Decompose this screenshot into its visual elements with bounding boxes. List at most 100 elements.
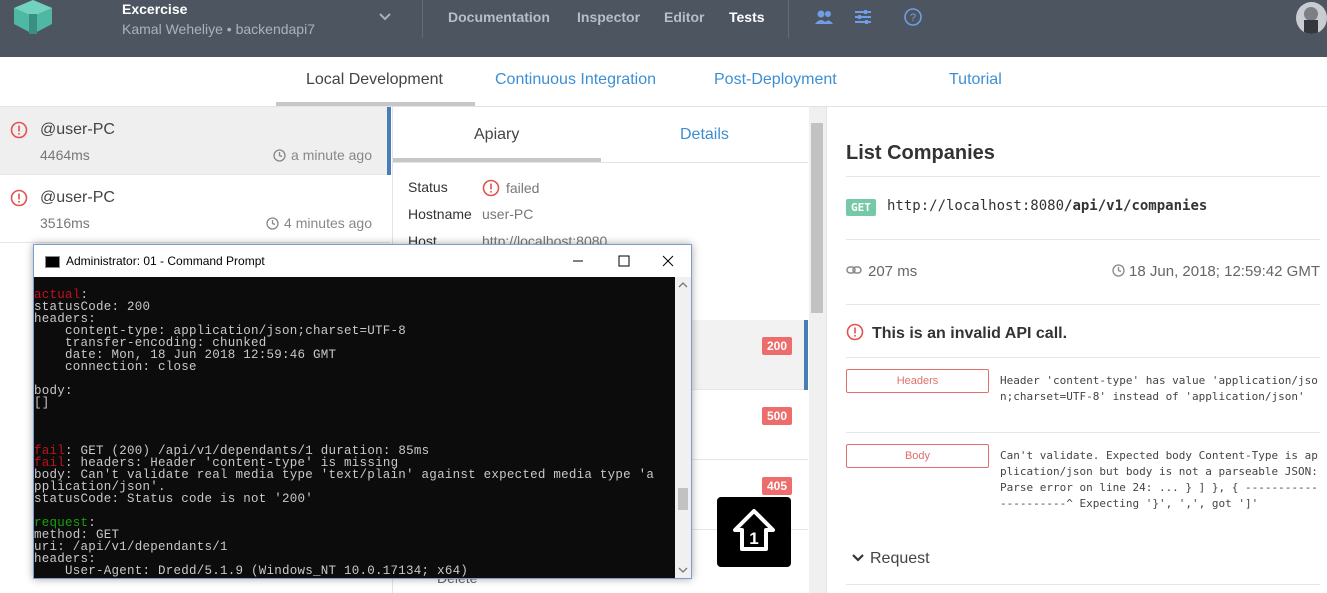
request-section-toggle[interactable]: Request xyxy=(852,550,930,568)
timestamp-text: 18 Jun, 2018; 12:59:42 GMT xyxy=(1129,263,1320,280)
error-icon xyxy=(846,323,864,341)
console-output[interactable]: actual: statusCode: 200 headers: content-t… xyxy=(34,277,675,578)
tab-post-deployment[interactable]: Post-Deployment xyxy=(714,71,837,89)
console-line: [] xyxy=(34,397,654,410)
status-code-badge: 405 xyxy=(761,477,792,495)
url-path: /api/v1/companies xyxy=(1064,198,1208,214)
scroll-down-icon[interactable] xyxy=(675,562,691,578)
tab-continuous-integration[interactable]: Continuous Integration xyxy=(495,71,656,89)
user-avatar[interactable] xyxy=(1296,2,1327,34)
upload-icon: 1 xyxy=(733,509,775,551)
invalid-call-notice: This is an invalid API call. xyxy=(846,323,1067,343)
nav-documentation[interactable]: Documentation xyxy=(448,9,550,25)
duration-text: 207 ms xyxy=(868,263,918,280)
headers-error-button[interactable]: Headers xyxy=(846,369,989,393)
headers-error-message: Header 'content-type' has value 'applica… xyxy=(1000,374,1318,403)
team-icon[interactable] xyxy=(814,8,834,26)
console-line-text: User-Agent: Dredd/5.1.9 (Windows_NT 10.0… xyxy=(34,564,469,578)
console-icon xyxy=(45,256,60,268)
console-line xyxy=(34,373,654,385)
run-ago-text: 4 minutes ago xyxy=(284,215,372,231)
subtabs-divider xyxy=(393,162,808,163)
divider xyxy=(846,304,1320,305)
command-prompt-window[interactable]: Administrator: 01 - Command Prompt actua… xyxy=(33,244,692,579)
console-line: connection: close xyxy=(34,361,654,374)
console-line xyxy=(34,421,654,433)
nav-divider xyxy=(422,0,423,38)
body-error-message: Can't validate. Expected body Content-Ty… xyxy=(1000,449,1318,510)
url-base: http://localhost:8080 xyxy=(887,198,1065,214)
upload-overlay-button[interactable]: 1 xyxy=(717,497,791,567)
nav-divider xyxy=(788,0,789,38)
console-line: User-Agent: Dredd/5.1.9 (Windows_NT 10.0… xyxy=(34,564,654,578)
console-line: body: xyxy=(34,385,654,398)
run-duration: 3516ms xyxy=(40,215,90,231)
nav-inspector[interactable]: Inspector xyxy=(577,9,640,25)
help-icon[interactable]: ? xyxy=(903,8,923,26)
status-value: failed xyxy=(482,179,539,197)
project-title: Excercise xyxy=(122,1,188,17)
status-code-badge: 500 xyxy=(761,407,792,425)
apiary-logo[interactable] xyxy=(14,0,52,34)
invalid-text: This is an invalid API call. xyxy=(872,325,1068,342)
chevron-down-icon[interactable] xyxy=(376,8,394,26)
divider xyxy=(846,357,1320,358)
divider xyxy=(846,239,1320,240)
test-run-item[interactable]: @user-PC 3516ms 4 minutes ago xyxy=(0,175,390,243)
scrollbar-thumb[interactable] xyxy=(678,488,688,510)
tab-local-development[interactable]: Local Development xyxy=(306,71,443,89)
minimize-icon[interactable] xyxy=(555,245,601,277)
svg-text:?: ? xyxy=(910,12,916,24)
console-line: request: xyxy=(34,517,654,530)
top-navigation-bar: Excercise Kamal Weheliye • backendapi7 D… xyxy=(0,0,1327,57)
request-label: Request xyxy=(870,550,930,567)
console-line xyxy=(34,409,654,421)
selected-transaction-indicator xyxy=(804,320,808,390)
response-timestamp: 18 Jun, 2018; 12:59:42 GMT xyxy=(1112,263,1320,280)
scroll-up-icon[interactable] xyxy=(675,277,691,293)
maximize-icon[interactable] xyxy=(601,245,647,277)
console-line: statusCode: Status code is not '200' xyxy=(34,492,654,506)
link-icon xyxy=(846,266,862,274)
clock-icon xyxy=(266,217,279,230)
tab-apiary[interactable]: Apiary xyxy=(474,126,519,144)
status-text: failed xyxy=(506,180,540,196)
body-error-button[interactable]: Body xyxy=(846,444,989,468)
status-code-badge: 200 xyxy=(761,337,792,355)
status-label: Status xyxy=(408,179,448,195)
error-icon xyxy=(482,179,500,197)
nav-tests[interactable]: Tests xyxy=(729,9,765,25)
action-title: List Companies xyxy=(846,142,995,164)
chevron-down-icon xyxy=(852,554,864,562)
tab-tutorial[interactable]: Tutorial xyxy=(949,71,1002,89)
run-time: a minute ago xyxy=(273,147,372,163)
hostname-label: Hostname xyxy=(408,206,472,222)
close-icon[interactable] xyxy=(645,245,691,277)
test-run-item[interactable]: @user-PC 4464ms a minute ago xyxy=(0,107,390,175)
run-name: @user-PC xyxy=(40,121,115,138)
http-method-badge: GET xyxy=(846,199,876,216)
error-icon xyxy=(10,121,28,139)
settings-sliders-icon[interactable] xyxy=(853,8,873,26)
transaction-detail-panel xyxy=(826,107,1327,593)
nav-editor[interactable]: Editor xyxy=(664,9,704,25)
console-line: uri: /api/v1/dependants/1 xyxy=(34,541,654,554)
divider xyxy=(846,584,1320,585)
window-titlebar[interactable]: Administrator: 01 - Command Prompt xyxy=(34,245,691,277)
divider xyxy=(846,176,1320,177)
clock-icon xyxy=(1112,264,1125,277)
scrollbar-track[interactable] xyxy=(675,277,691,578)
scrollbar-thumb[interactable] xyxy=(811,123,823,313)
selected-run-indicator xyxy=(387,107,391,175)
console-line: statusCode: 200 xyxy=(34,301,654,314)
console-line-text: statusCode: Status code is not '200' xyxy=(34,492,314,506)
run-name: @user-PC xyxy=(40,189,115,206)
console-line xyxy=(34,505,654,517)
console-text: actual: statusCode: 200 headers: content-t… xyxy=(34,289,654,578)
window-title: Administrator: 01 - Command Prompt xyxy=(66,254,265,268)
error-icon xyxy=(10,189,28,207)
svg-text:1: 1 xyxy=(749,529,758,548)
request-url: http://localhost:8080/api/v1/companies xyxy=(887,198,1207,214)
clock-icon xyxy=(273,149,286,162)
tab-details[interactable]: Details xyxy=(680,126,729,144)
